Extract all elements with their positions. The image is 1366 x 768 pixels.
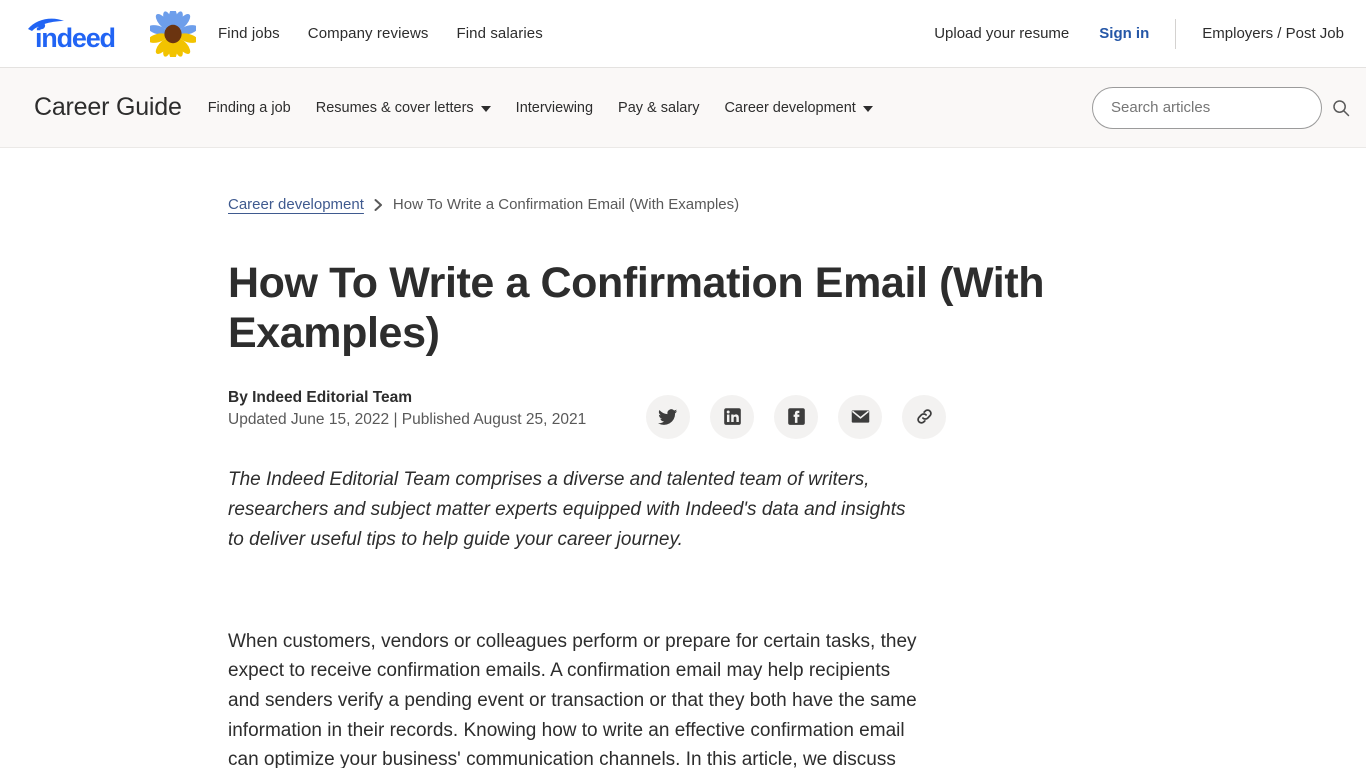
search-input[interactable] xyxy=(1092,86,1322,129)
editorial-team-description: The Indeed Editorial Team comprises a di… xyxy=(228,468,906,550)
chevron-right-icon xyxy=(373,198,384,212)
search-submit-button[interactable] xyxy=(1332,99,1350,117)
share-email-button[interactable] xyxy=(838,394,883,439)
gnav-pay-salary[interactable]: Pay & salary xyxy=(618,100,699,116)
career-guide-title[interactable]: Career Guide xyxy=(34,93,182,122)
nav-item-find-jobs[interactable]: Find jobs xyxy=(218,25,280,42)
share-twitter-button[interactable] xyxy=(646,394,691,439)
main-content: Career development How To Write a Confir… xyxy=(0,148,1366,768)
page-title: How To Write a Confirmation Email (With … xyxy=(228,259,1045,357)
gnav-label: Resumes & cover letters xyxy=(315,99,474,116)
sign-in-link[interactable]: Sign in xyxy=(1099,25,1149,42)
svg-text:indeed: indeed xyxy=(35,23,115,51)
header-divider xyxy=(1175,18,1177,49)
gnav-label: Interviewing xyxy=(515,99,594,116)
gnav-interviewing[interactable]: Interviewing xyxy=(516,100,593,116)
gnav-label: Pay & salary xyxy=(618,99,700,116)
author-name: By Indeed Editorial Team xyxy=(228,388,413,406)
breadcrumb-parent-link[interactable]: Career development xyxy=(228,196,364,213)
indeed-logo-link[interactable]: indeed xyxy=(26,17,138,51)
breadcrumb-current: How To Write a Confirmation Email (With … xyxy=(392,196,740,213)
publish-dates: Updated June 15, 2022 | Published August… xyxy=(228,410,587,428)
breadcrumb: Career development How To Write a Confir… xyxy=(228,196,1088,213)
sunflower-icon xyxy=(150,10,196,57)
search-icon xyxy=(1333,99,1350,116)
article-column: Career development How To Write a Confir… xyxy=(228,196,1088,768)
share-buttons xyxy=(646,389,947,439)
header-right-actions: Upload your resume Sign in Employers / P… xyxy=(934,18,1344,49)
article-body-paragraph: When customers, vendors or colleagues pe… xyxy=(228,630,917,768)
share-link-button[interactable] xyxy=(902,394,947,439)
career-guide-nav: Finding a job Resumes & cover letters In… xyxy=(208,100,873,116)
linkedin-icon xyxy=(723,408,741,426)
share-facebook-button[interactable] xyxy=(774,394,819,439)
upload-resume-link[interactable]: Upload your resume xyxy=(934,25,1069,42)
article-meta-row: By Indeed Editorial Team Updated June 15… xyxy=(228,389,1088,439)
twitter-icon xyxy=(658,409,678,425)
global-header: indeed Find jobs Company reviews Find sa… xyxy=(0,0,1366,68)
employers-post-job-link[interactable]: Employers / Post Job xyxy=(1202,25,1344,42)
facebook-icon xyxy=(787,408,805,426)
nav-item-company-reviews[interactable]: Company reviews xyxy=(308,25,429,42)
search-area xyxy=(1092,86,1350,129)
share-linkedin-button[interactable] xyxy=(710,394,755,439)
link-icon xyxy=(916,409,932,425)
brand-block[interactable]: indeed xyxy=(26,10,196,57)
indeed-wordmark-icon: indeed xyxy=(28,18,116,51)
career-guide-nav-bar: Career Guide Finding a job Resumes & cov… xyxy=(0,68,1366,148)
chevron-down-icon xyxy=(862,105,873,112)
gnav-label: Finding a job xyxy=(207,99,291,116)
byline: By Indeed Editorial Team Updated June 15… xyxy=(228,389,586,429)
gnav-label: Career development xyxy=(724,99,856,116)
email-icon xyxy=(851,410,869,423)
chevron-down-icon xyxy=(480,105,491,112)
gnav-career-development[interactable]: Career development xyxy=(724,99,873,116)
nav-item-find-salaries[interactable]: Find salaries xyxy=(456,25,542,42)
primary-nav: Find jobs Company reviews Find salaries xyxy=(218,25,543,42)
gnav-resumes-cover-letters[interactable]: Resumes & cover letters xyxy=(316,100,491,116)
gnav-finding-a-job[interactable]: Finding a job xyxy=(208,100,291,116)
